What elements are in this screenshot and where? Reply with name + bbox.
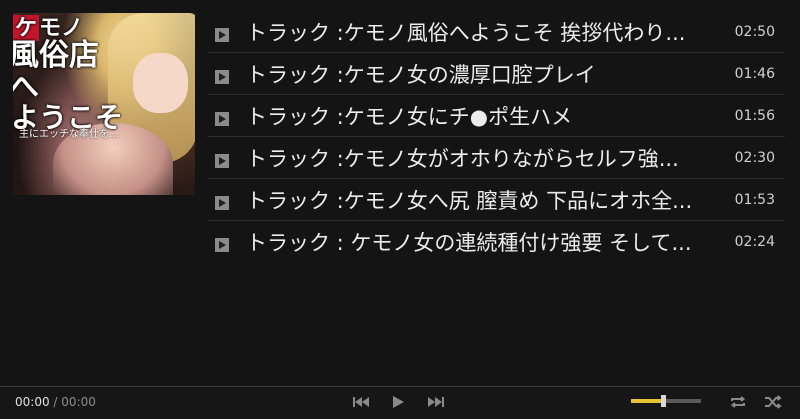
play-square-icon[interactable] [215, 195, 229, 210]
track-row[interactable]: トラック :ケモノ風俗へようこそ 挨拶代わり... 02:50 [207, 11, 785, 53]
volume-fill [631, 399, 664, 403]
play-square-icon[interactable] [215, 237, 229, 252]
track-row[interactable]: トラック :ケモノ女へ尻 膣責め 下品にオホ全... 01:53 [207, 179, 785, 221]
time-separator: / [53, 395, 58, 409]
track-duration: 02:30 [734, 149, 775, 166]
player-bar: 00:00 / 00:00 [0, 386, 800, 419]
album-cover: ケモノ 風俗店へ ようこそ 主にエッチな奉仕を… [13, 13, 195, 195]
play-square-icon[interactable] [215, 111, 229, 126]
track-row[interactable]: トラック :ケモノ女がオホりながらセルフ強... 02:30 [207, 137, 785, 179]
track-title: トラック :ケモノ女の濃厚口腔プレイ [246, 62, 596, 87]
track-duration: 01:56 [734, 107, 775, 124]
play-square-icon[interactable] [215, 27, 229, 42]
track-duration: 01:46 [734, 65, 775, 82]
total-time: 00:00 [61, 395, 96, 409]
repeat-icon[interactable] [729, 394, 747, 410]
cover-subtitle: 主にエッチな奉仕を… [19, 129, 119, 140]
shuffle-icon[interactable] [764, 394, 782, 410]
track-row[interactable]: トラック : ケモノ女の連続種付け強要 そして... 02:24 [207, 221, 785, 262]
skip-next-icon[interactable] [427, 394, 445, 410]
play-icon[interactable] [390, 394, 408, 410]
track-title: トラック :ケモノ女へ尻 膣責め 下品にオホ全... [246, 188, 693, 213]
track-duration: 02:50 [734, 23, 775, 40]
volume-handle[interactable] [661, 395, 667, 407]
track-list: トラック :ケモノ風俗へようこそ 挨拶代わり... 02:50 トラック :ケモ… [207, 11, 785, 262]
skip-previous-icon[interactable] [352, 394, 370, 410]
track-duration: 02:24 [734, 233, 775, 250]
volume-slider[interactable] [631, 395, 701, 407]
play-square-icon[interactable] [215, 153, 229, 168]
play-square-icon[interactable] [215, 69, 229, 84]
cover-art-face [133, 53, 188, 113]
time-display: 00:00 / 00:00 [15, 395, 96, 409]
current-time: 00:00 [15, 395, 50, 409]
track-title: トラック :ケモノ女がオホりながらセルフ強... [246, 146, 679, 171]
track-title: トラック :ケモノ風俗へようこそ 挨拶代わり... [246, 20, 686, 45]
cover-title-line2: 風俗店へ [13, 38, 99, 105]
track-row[interactable]: トラック :ケモノ女の濃厚口腔プレイ 01:46 [207, 53, 785, 95]
track-title: トラック :ケモノ女にチ●ポ生ハメ [246, 104, 573, 129]
cover-title: ケモノ 風俗店へ ようこそ [13, 15, 123, 132]
track-row[interactable]: トラック :ケモノ女にチ●ポ生ハメ 01:56 [207, 95, 785, 137]
track-title: トラック : ケモノ女の連続種付け強要 そして... [246, 230, 692, 255]
track-duration: 01:53 [734, 191, 775, 208]
